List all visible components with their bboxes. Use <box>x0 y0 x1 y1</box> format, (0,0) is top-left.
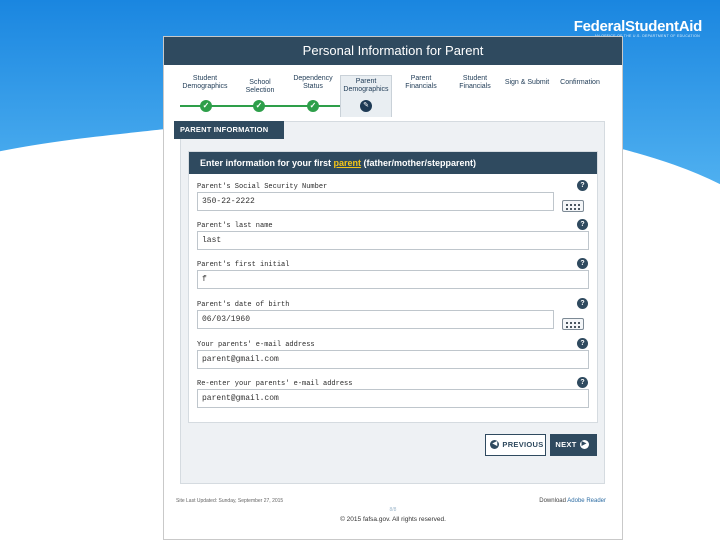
logo-word-studentaid: StudentAid <box>625 18 702 35</box>
check-icon: ✓ <box>200 100 212 112</box>
next-button-label: NEXT <box>555 440 577 449</box>
help-icon[interactable]: ? <box>577 377 588 388</box>
email-field-group: Your parents' e-mail address ? parent@gm… <box>197 338 589 381</box>
step-label-line2: Financials <box>405 83 437 90</box>
step-label-line1: Parent <box>410 75 432 82</box>
ssn-label: Parent's Social Security Number <box>197 183 328 191</box>
keyboard-icon[interactable] <box>562 318 584 330</box>
page-marker: 8/8 <box>389 507 397 513</box>
page-title: Personal Information for Parent <box>164 37 622 65</box>
email-confirm-input[interactable]: parent@gmail.com <box>197 389 589 408</box>
step-label-line1: Confirmation <box>560 79 600 86</box>
federal-student-aid-logo: FederalStudentAid <box>573 18 703 35</box>
help-icon[interactable]: ? <box>577 180 588 191</box>
previous-button-label: PREVIOUS <box>502 440 544 449</box>
step-label-line1: Student <box>192 75 218 82</box>
check-icon: ✓ <box>253 100 265 112</box>
step-label-line1: School Selection <box>245 79 275 94</box>
arrow-right-icon: ▶ <box>579 440 589 450</box>
step-parent-financials[interactable]: Parent Financials <box>396 75 446 117</box>
download-prefix: Download <box>539 498 568 504</box>
section-tab: PARENT INFORMATION <box>174 121 284 139</box>
step-label-line2: Demographics <box>182 83 228 90</box>
progress-steps: Student Demographics ✓ School Selection … <box>180 75 605 117</box>
first-initial-field-group: Parent's first initial ? f <box>197 258 589 301</box>
adobe-reader-link[interactable]: Adobe Reader <box>567 498 606 504</box>
previous-button[interactable]: ◀ PREVIOUS <box>485 434 546 456</box>
copyright-text: © 2015 fafsa.gov. All rights reserved. <box>340 516 446 523</box>
date-of-birth-input[interactable]: 06/03/1960 <box>197 310 554 329</box>
date-of-birth-field-group: Parent's date of birth ? 06/03/1960 <box>197 298 589 341</box>
help-icon[interactable]: ? <box>577 258 588 269</box>
application-window: Personal Information for Parent Student … <box>163 36 623 540</box>
help-icon[interactable]: ? <box>577 219 588 230</box>
email-input[interactable]: parent@gmail.com <box>197 350 589 369</box>
check-icon: ✓ <box>307 100 319 112</box>
pencil-icon: ✎ <box>360 100 372 112</box>
help-icon[interactable]: ? <box>577 338 588 349</box>
step-label-line1: Student <box>462 75 488 82</box>
ssn-input[interactable]: 350-22-2222 <box>197 192 554 211</box>
step-label-line1: Dependency <box>293 75 333 82</box>
ssn-field-group: Parent's Social Security Number ? 350-22… <box>197 180 589 223</box>
last-name-label: Parent's last name <box>197 222 273 230</box>
step-label-line2: Status <box>303 83 323 90</box>
download-reader: Download Adobe Reader <box>539 498 606 504</box>
last-name-field-group: Parent's last name ? last <box>197 219 589 262</box>
next-button[interactable]: NEXT ▶ <box>550 434 597 456</box>
first-initial-input[interactable]: f <box>197 270 589 289</box>
first-initial-label: Parent's first initial <box>197 261 290 269</box>
email-confirm-label: Re-enter your parents' e-mail address <box>197 380 353 388</box>
last-updated-text: Site Last Updated: Sunday, September 27,… <box>176 498 284 504</box>
parent-info-card: Enter information for your first parent … <box>188 151 598 423</box>
step-confirmation[interactable]: Confirmation <box>555 75 605 117</box>
keyboard-icon[interactable] <box>562 200 584 212</box>
card-heading: Enter information for your first parent … <box>189 152 597 174</box>
step-label-line1: Parent <box>355 78 377 85</box>
screenshot-stage: FederalStudentAid AN OFFICE OF THE U.S. … <box>0 0 720 540</box>
heading-text-suffix: (father/mother/stepparent) <box>361 158 477 168</box>
last-name-input[interactable]: last <box>197 231 589 250</box>
email-label: Your parents' e-mail address <box>197 341 315 349</box>
logo-word-federal: Federal <box>573 18 626 35</box>
step-label-line1: Sign & Submit <box>504 79 550 86</box>
email-confirm-field-group: Re-enter your parents' e-mail address ? … <box>197 377 589 420</box>
step-student-financials[interactable]: Student Financials <box>450 75 500 117</box>
step-label-line2: Financials <box>459 83 491 90</box>
arrow-left-icon: ◀ <box>490 440 500 450</box>
step-label-line2: Demographics <box>343 86 389 93</box>
date-of-birth-label: Parent's date of birth <box>197 301 290 309</box>
parent-definition-link[interactable]: parent <box>334 158 362 168</box>
step-sign-and-submit[interactable]: Sign & Submit <box>502 75 552 117</box>
heading-text: Enter information for your first <box>200 158 334 168</box>
help-icon[interactable]: ? <box>577 298 588 309</box>
